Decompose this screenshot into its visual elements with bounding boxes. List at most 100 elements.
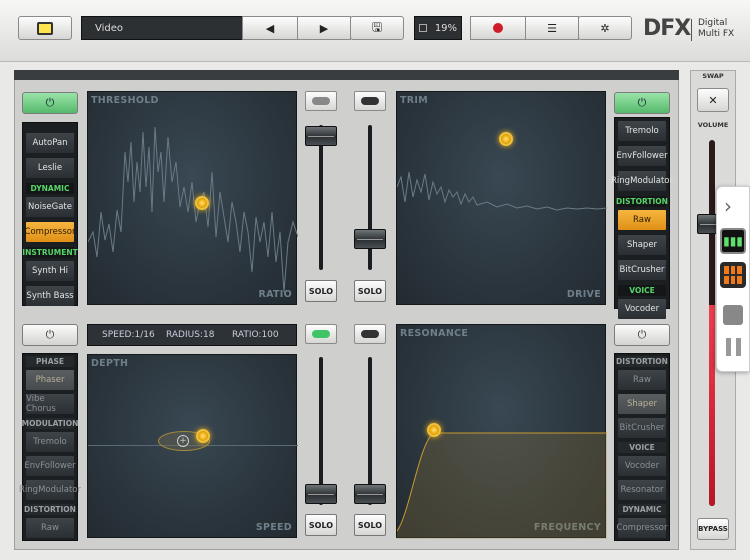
module-c-power-button[interactable]: ⏻ [22,324,78,346]
effect-list-item[interactable]: Vibe Chorus [26,394,74,414]
module-b-effect-list: Tremolo EnvFollower RingModulator DISTORTIO… [611,117,673,319]
logo-line-2: Multi FX [698,29,735,39]
app-menu-button[interactable] [18,16,72,40]
effect-list-item[interactable]: Compressor [25,222,75,242]
list-section-header: DYNAMIC [26,183,74,194]
effect-list-item[interactable]: BitCrusher [618,418,666,438]
toggle-off-icon [361,97,379,105]
effect-list-item[interactable]: Compressor [617,518,667,538]
module-d-power-button[interactable]: ⏻ [614,324,670,346]
dfx-app-icon[interactable]: ▮▮▮ [720,228,746,254]
module-c-effect-list: PHASE Phaser Vibe Chorus MODULATION Tremolo E… [19,353,81,541]
swap-button[interactable]: ✕ [697,88,729,112]
toggle-on-icon [312,330,330,338]
module-c-xy-handle[interactable] [196,429,210,443]
module-a-toggle-switch[interactable] [305,91,337,111]
effect-list-item[interactable]: NoiseGate [26,197,74,217]
module-b-power-button[interactable]: ⏻ [614,92,670,114]
preset-name-display[interactable]: Video [81,16,243,40]
effect-list-item[interactable]: Resonator [618,480,666,500]
effect-list-item[interactable]: AutoPan [26,133,74,153]
record-icon [493,23,503,33]
hamburger-icon: ☰ [547,21,557,35]
effect-list-item[interactable]: Leslie [26,158,74,178]
ratio-value: RATIO:100 [232,330,279,340]
module-a-fader-track [319,125,323,270]
module-a-effect-list: AutoPan Leslie DYNAMIC NoiseGate Compressor I… [22,122,78,306]
module-d-fader-track [368,357,372,505]
module-d-xy-pad[interactable]: RESONANCE FREQUENCY [396,324,607,539]
module-c-xy-pad[interactable]: DEPTH SPEED + [87,354,298,538]
preset-name: Video [95,23,124,34]
effect-list-item[interactable]: Synth Bass [26,286,74,306]
effect-list-item[interactable]: Shaper [618,235,666,255]
module-d-xy-handle[interactable] [427,423,441,437]
power-icon: ⏻ [45,96,55,109]
power-icon: ⏻ [45,328,55,341]
menu-button[interactable]: ☰ [525,16,579,40]
cpu-meter: 19% [414,16,462,40]
module-c-solo-button[interactable]: SOLO [305,514,337,536]
close-x-icon: ✕ [708,93,718,107]
effect-list-item[interactable]: Vocoder [618,299,666,319]
chevron-right-icon[interactable]: › [724,194,732,218]
list-section-header: VOICE [618,442,666,453]
save-preset-button[interactable]: 🖫 [350,16,404,40]
triangle-left-icon: ◀ [265,21,275,35]
solo-label: SOLO [357,286,383,296]
module-d-solo-button[interactable]: SOLO [354,514,386,536]
toggle-off-icon [312,97,330,105]
effect-list-item[interactable]: Tremolo [26,432,74,452]
module-a-solo-button[interactable]: SOLO [305,280,337,302]
effect-list-item[interactable]: Tremolo [618,121,666,141]
effect-list-item[interactable]: BitCrusher [618,260,666,280]
module-a-fader-thumb[interactable] [305,126,337,146]
effect-list-item[interactable]: Phaser [26,370,74,390]
panel-top-strip [14,70,679,80]
app-icon [37,21,53,35]
effect-list-item[interactable]: EnvFollower [24,456,76,476]
record-button[interactable] [470,16,526,40]
module-b-xy-handle[interactable] [499,132,513,146]
volume-track [709,140,715,506]
module-b-toggle-switch[interactable] [354,91,386,111]
module-a-xy-pad[interactable]: THRESHOLD RATIO [87,91,298,305]
module-c-toggle-switch[interactable] [305,324,337,344]
list-section-header: PHASE [26,356,74,367]
module-b-waveform [397,171,607,211]
pause-icon[interactable] [724,338,742,356]
previous-preset-button[interactable]: ◀ [242,16,298,40]
bypass-button[interactable]: BYPASS [697,518,729,540]
solo-label: SOLO [308,520,334,530]
module-c-fader-track [319,357,323,505]
effect-list-item[interactable]: Raw [618,210,666,230]
swap-label: SWAP [702,72,724,80]
effect-list-item[interactable]: Raw [26,518,74,538]
pad-y-label: DEPTH [91,358,129,369]
effect-list-item[interactable]: RingModulator [611,171,673,191]
effect-list-item[interactable]: EnvFollower [616,146,668,166]
module-c-fader-thumb[interactable] [305,484,337,504]
module-b-solo-button[interactable]: SOLO [354,280,386,302]
effect-list-item[interactable]: Vocoder [618,456,666,476]
module-b-xy-pad[interactable]: TRIM DRIVE [396,91,607,305]
volume-label: VOLUME [697,121,729,129]
module-d-toggle-switch[interactable] [354,324,386,344]
list-section-header: INSTRUMENT [22,247,78,258]
drum-pad-app-icon[interactable] [720,262,746,288]
module-a-power-button[interactable]: ⏻ [22,92,78,114]
settings-button[interactable]: ✲ [578,16,632,40]
triangle-right-icon: ▶ [319,21,329,35]
module-a-xy-handle[interactable] [195,196,209,210]
effect-list-item[interactable]: Shaper [618,394,666,414]
next-preset-button[interactable]: ▶ [297,16,351,40]
module-d-fader-thumb[interactable] [354,484,386,504]
effect-list-item[interactable]: Synth Hi [26,261,74,281]
floppy-disk-icon: 🖫 [371,19,383,34]
effect-list-item[interactable]: RingModulator [19,480,81,500]
audiobus-output-icon[interactable] [723,305,743,325]
effect-list-item[interactable]: Raw [618,370,666,390]
solo-label: SOLO [357,520,383,530]
volume-fill [709,304,715,506]
module-b-fader-thumb[interactable] [354,229,386,249]
